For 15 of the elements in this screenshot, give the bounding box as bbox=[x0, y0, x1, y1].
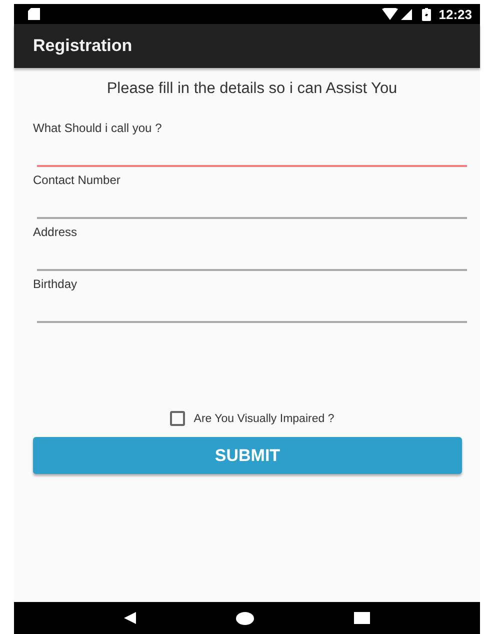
home-icon[interactable] bbox=[236, 612, 254, 624]
wifi-icon bbox=[382, 8, 398, 20]
field-label: Address bbox=[33, 225, 78, 239]
field-label: Contact Number bbox=[33, 173, 122, 187]
checkbox-label[interactable]: Are You Visually Impaired ? bbox=[194, 412, 334, 424]
signal-icon bbox=[400, 8, 412, 20]
back-icon[interactable] bbox=[124, 612, 136, 624]
form-heading: Please fill in the details so i can Assist You bbox=[106, 80, 398, 98]
checkbox[interactable] bbox=[170, 411, 185, 426]
sd-card-icon bbox=[28, 8, 40, 20]
field-label: What Should i call you ? bbox=[33, 121, 163, 135]
clock-time: 12:23 bbox=[438, 6, 472, 22]
battery-icon bbox=[422, 8, 431, 20]
field-label: Birthday bbox=[33, 277, 78, 291]
app-bar-title: Registration bbox=[33, 36, 132, 56]
